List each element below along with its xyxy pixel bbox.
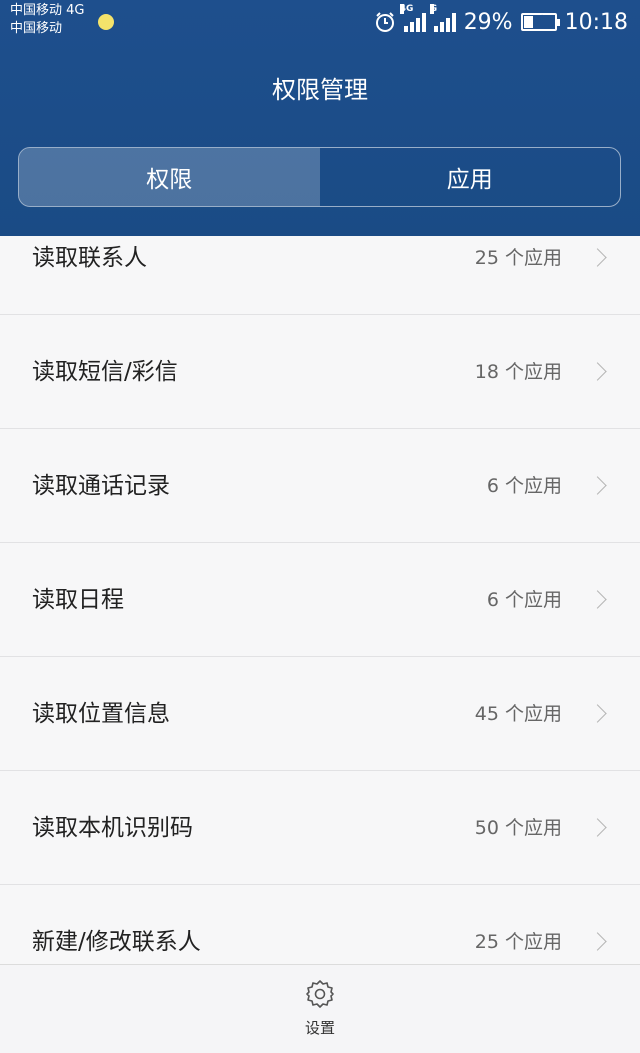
permission-count: 25 个应用: [474, 247, 562, 269]
status-bar: 中国移动 4G 中国移动 4G G 29% ⚡ 10:18: [0, 0, 640, 44]
permission-count: 6 个应用: [486, 589, 562, 611]
carrier-line-2: 中国移动: [10, 21, 63, 36]
permission-count: 6 个应用: [486, 475, 562, 497]
status-icons: 4G G 29% ⚡ 10:18: [374, 4, 628, 38]
chevron-right-icon: [588, 590, 607, 609]
notification-dot-icon: [98, 14, 114, 30]
carrier-line-1: 中国移动 4G: [10, 3, 85, 18]
permission-row-contacts[interactable]: 读取联系人 25 个应用: [0, 236, 640, 315]
permission-label: 读取通话记录: [32, 473, 170, 499]
battery-percent: 29%: [463, 9, 513, 35]
permission-label: 读取联系人: [32, 245, 147, 271]
chevron-right-icon: [588, 248, 607, 267]
bottom-bar: 设置: [0, 964, 640, 1053]
signal-4g-tag: 4G: [399, 4, 414, 14]
permission-row-edit-contacts[interactable]: 新建/修改联系人 25 个应用: [0, 885, 640, 964]
permission-count: 50 个应用: [474, 817, 562, 839]
permission-count: 18 个应用: [474, 361, 562, 383]
chevron-right-icon: [588, 932, 607, 951]
signal-g-tag: G: [429, 4, 438, 14]
permission-row-sms[interactable]: 读取短信/彩信 18 个应用: [0, 315, 640, 429]
permission-row-device-id[interactable]: 读取本机识别码 50 个应用: [0, 771, 640, 885]
segmented-tabs: 权限 应用: [18, 147, 621, 207]
chevron-right-icon: [588, 362, 607, 381]
app-header: 中国移动 4G 中国移动 4G G 29% ⚡ 10:18 权限管理 权限 应用: [0, 0, 640, 236]
permission-label: 读取位置信息: [32, 701, 170, 727]
chevron-right-icon: [588, 476, 607, 495]
signal-4g-icon: 4G: [399, 4, 426, 32]
charging-bolt-icon: ⚡: [533, 13, 544, 29]
settings-label: 设置: [304, 1019, 335, 1037]
tab-permissions[interactable]: 权限: [19, 148, 320, 206]
battery-fill: [523, 16, 533, 28]
chevron-right-icon: [588, 818, 607, 837]
permission-count: 45 个应用: [474, 703, 562, 725]
chevron-right-icon: [588, 704, 607, 723]
clock-time: 10:18: [564, 9, 628, 35]
permission-row-calendar[interactable]: 读取日程 6 个应用: [0, 543, 640, 657]
gear-icon: [306, 980, 334, 1008]
page-title: 权限管理: [272, 76, 368, 104]
carrier-info: 中国移动 4G 中国移动: [10, 2, 84, 38]
alarm-clock-icon: [375, 12, 394, 32]
permission-label: 读取日程: [32, 587, 124, 613]
tab-apps[interactable]: 应用: [320, 148, 621, 206]
battery-icon: ⚡: [520, 13, 560, 31]
permission-row-call-log[interactable]: 读取通话记录 6 个应用: [0, 429, 640, 543]
permission-count: 25 个应用: [474, 931, 562, 953]
permission-row-location[interactable]: 读取位置信息 45 个应用: [0, 657, 640, 771]
settings-button[interactable]: 设置: [290, 973, 350, 1049]
permission-label: 读取本机识别码: [32, 815, 193, 841]
permission-label: 新建/修改联系人: [32, 929, 201, 955]
signal-g-icon: G: [429, 4, 456, 32]
permission-label: 读取短信/彩信: [32, 359, 178, 385]
permission-list: 读取联系人 25 个应用 读取短信/彩信 18 个应用 读取通话记录 6 个应用…: [0, 236, 640, 964]
